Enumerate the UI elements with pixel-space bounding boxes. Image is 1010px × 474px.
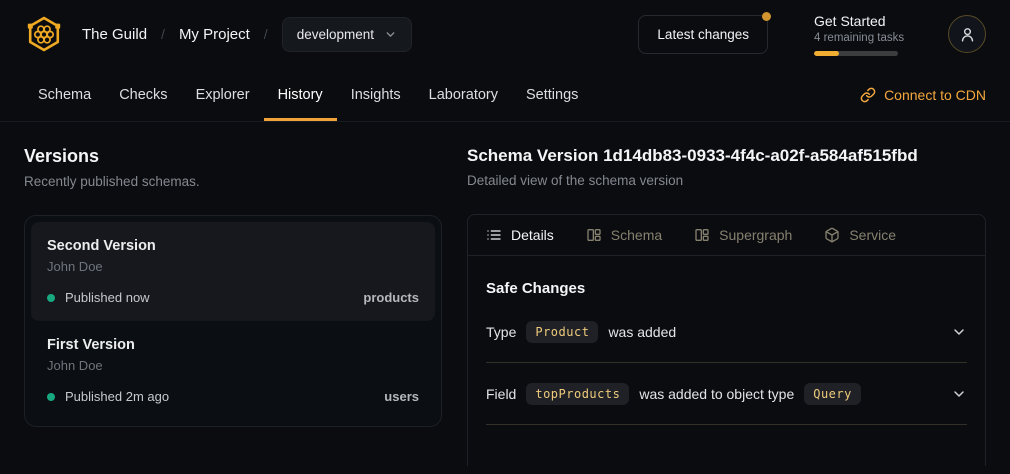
tab-schema-view-label: Schema (611, 227, 662, 243)
version-meta-row: Published 2m ago users (47, 389, 419, 404)
change-code-badge: Query (804, 383, 861, 405)
versions-title: Versions (24, 146, 442, 167)
tab-explorer[interactable]: Explorer (182, 68, 264, 121)
tab-settings[interactable]: Settings (512, 68, 592, 121)
service-name: users (384, 389, 419, 404)
user-icon (959, 26, 976, 43)
version-author: John Doe (47, 259, 419, 274)
version-detail-subtitle: Detailed view of the schema version (467, 173, 986, 188)
latest-changes-button[interactable]: Latest changes (638, 15, 768, 54)
chevron-down-icon (951, 324, 967, 340)
version-author: John Doe (47, 358, 419, 373)
breadcrumb-org[interactable]: The Guild (82, 26, 147, 43)
get-started-widget[interactable]: Get Started 4 remaining tasks (814, 13, 902, 56)
get-started-progress-bar (814, 51, 898, 56)
breadcrumb: The Guild / My Project / development (24, 14, 412, 54)
breadcrumb-project[interactable]: My Project (179, 26, 250, 43)
change-middle: was added (608, 324, 676, 340)
versions-panel: Versions Recently published schemas. Sec… (24, 146, 442, 427)
tab-schema[interactable]: Schema (24, 68, 105, 121)
tab-details-label: Details (511, 227, 554, 243)
published-status-dot (47, 393, 55, 401)
published-label: Published 2m ago (65, 389, 169, 404)
latest-changes-label: Latest changes (657, 27, 749, 42)
change-prefix: Type (486, 324, 516, 340)
environment-selector-value: development (297, 27, 374, 42)
chevron-down-icon (951, 386, 967, 402)
change-row[interactable]: Field topProducts was added to object ty… (486, 363, 967, 425)
link-icon (860, 87, 876, 103)
expand-change-button[interactable] (951, 386, 967, 402)
version-detail-card: Details Schema Supergraph (467, 214, 986, 466)
version-detail-title: Schema Version 1d14db83-0933-4f4c-a02f-a… (467, 146, 986, 166)
version-detail-body: Safe Changes Type Product was added Fiel… (468, 256, 985, 425)
connect-to-cdn-label: Connect to CDN (884, 87, 986, 103)
change-row[interactable]: Type Product was added (486, 301, 967, 363)
get-started-subtitle: 4 remaining tasks (814, 32, 902, 44)
list-icon (486, 227, 502, 243)
tab-checks[interactable]: Checks (105, 68, 181, 121)
version-detail-panel: Schema Version 1d14db83-0933-4f4c-a02f-a… (467, 146, 986, 466)
change-middle: was added to object type (639, 386, 794, 402)
version-title: Second Version (47, 238, 419, 254)
tab-details[interactable]: Details (486, 227, 554, 243)
published-status-dot (47, 294, 55, 302)
breadcrumb-separator: / (161, 26, 165, 42)
progress-fill (814, 51, 839, 56)
header: The Guild / My Project / development Lat… (0, 0, 1010, 68)
tab-supergraph[interactable]: Supergraph (694, 227, 792, 243)
version-list-item[interactable]: Second Version John Doe Published now pr… (31, 222, 435, 321)
version-list-item[interactable]: First Version John Doe Published 2m ago … (31, 321, 435, 420)
change-code-badge: topProducts (526, 383, 629, 405)
safe-changes-heading: Safe Changes (486, 280, 967, 297)
version-detail-tabs: Details Schema Supergraph (468, 215, 985, 256)
tab-insights[interactable]: Insights (337, 68, 415, 121)
version-title: First Version (47, 337, 419, 353)
tab-service[interactable]: Service (824, 227, 896, 243)
version-meta-row: Published now products (47, 290, 419, 305)
chevron-down-icon (384, 28, 397, 41)
environment-selector[interactable]: development (282, 17, 412, 52)
versions-list: Second Version John Doe Published now pr… (24, 215, 442, 427)
main-content: Versions Recently published schemas. Sec… (0, 122, 1010, 474)
service-name: products (363, 290, 419, 305)
user-avatar-button[interactable] (948, 15, 986, 53)
columns-icon (694, 227, 710, 243)
tab-laboratory[interactable]: Laboratory (415, 68, 512, 121)
header-right: Latest changes Get Started 4 remaining t… (638, 13, 986, 56)
change-prefix: Field (486, 386, 516, 402)
project-nav: Schema Checks Explorer History Insights … (0, 68, 1010, 122)
columns-icon (586, 227, 602, 243)
cube-icon (824, 227, 840, 243)
get-started-title: Get Started (814, 13, 902, 29)
tab-history[interactable]: History (264, 68, 337, 121)
tab-supergraph-label: Supergraph (719, 227, 792, 243)
versions-subtitle: Recently published schemas. (24, 174, 442, 189)
tab-service-label: Service (849, 227, 896, 243)
published-label: Published now (65, 290, 150, 305)
expand-change-button[interactable] (951, 324, 967, 340)
tab-schema-view[interactable]: Schema (586, 227, 662, 243)
change-code-badge: Product (526, 321, 598, 343)
breadcrumb-separator: / (264, 26, 268, 42)
notification-dot (762, 12, 771, 21)
guild-logo-icon[interactable] (24, 14, 64, 54)
connect-to-cdn-link[interactable]: Connect to CDN (860, 68, 986, 121)
